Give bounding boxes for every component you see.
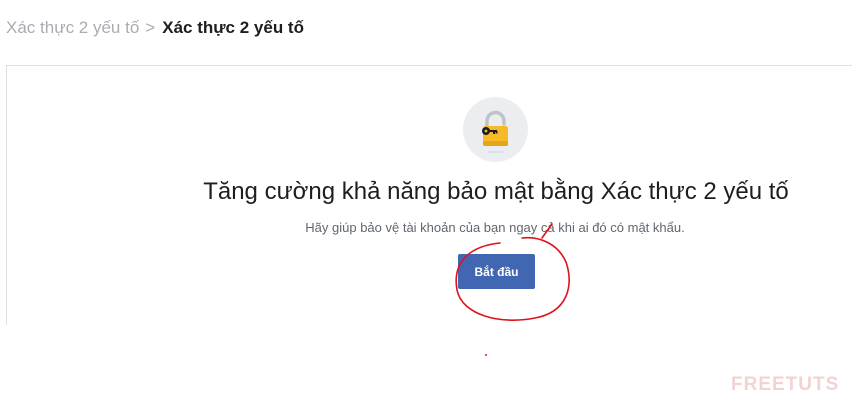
page-heading: Tăng cường khả năng bảo mật bằng Xác thự…	[203, 178, 789, 205]
breadcrumb: Xác thực 2 yếu tố > Xác thực 2 yếu tố	[6, 17, 304, 39]
lock-key-icon	[463, 97, 528, 162]
description-text: Hãy giúp bảo vệ tài khoản của bạn ngay c…	[305, 220, 685, 235]
breadcrumb-separator: >	[145, 18, 156, 37]
breadcrumb-parent-link[interactable]: Xác thực 2 yếu tố	[6, 17, 139, 39]
watermark-logo: FREETUTS	[731, 374, 840, 395]
breadcrumb-current: Xác thực 2 yếu tố	[162, 18, 304, 37]
page: Xác thực 2 yếu tố > Xác thực 2 yếu tố Tă…	[0, 0, 852, 415]
start-button[interactable]: Bắt đầu	[458, 254, 535, 289]
